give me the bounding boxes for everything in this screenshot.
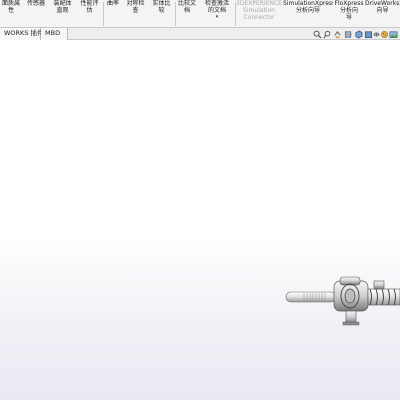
button-label: FloXpress — [334, 0, 364, 7]
chevron-down-icon[interactable]: ▾ — [200, 14, 234, 20]
button-label: 装配体 — [53, 0, 72, 7]
button-label: 对称检 — [126, 0, 145, 7]
section-properties-button[interactable]: 面质属 性 — [0, 0, 22, 28]
previous-view-icon[interactable] — [333, 30, 342, 39]
floxpress-button[interactable]: FloXpress 分析向 导 — [334, 0, 364, 28]
button-label: 性 — [7, 7, 14, 14]
button-label: 的文档 — [207, 7, 226, 14]
graphics-area[interactable] — [0, 41, 400, 400]
button-label: 比较文 — [177, 0, 196, 7]
button-label: 曲率 — [106, 0, 119, 7]
button-label: SimulationXpress — [283, 0, 333, 7]
tab-mbd[interactable]: MBD — [41, 28, 68, 40]
button-label: 直观 — [56, 7, 69, 14]
compare-bodies-button[interactable]: 实体比 较 — [149, 0, 174, 28]
button-label: 性能评 — [80, 0, 99, 7]
button-label: DriveWorksX — [365, 0, 400, 7]
button-label: 实体比 — [152, 0, 171, 7]
view-orientation-icon[interactable] — [354, 30, 363, 39]
command-manager-ribbon: 面质属 性 传感器 装配体 直观 性能评 估 曲率 对称检 查 实体比 较 比较… — [0, 0, 400, 28]
part-model-3d[interactable] — [284, 241, 400, 331]
compare-documents-button[interactable]: 比较文 档 — [176, 0, 198, 28]
symmetry-check-button[interactable]: 对称检 查 — [123, 0, 148, 28]
scene-icon[interactable] — [389, 30, 398, 39]
sensor-button[interactable]: 传感器 — [24, 0, 48, 28]
search-icon[interactable] — [313, 30, 322, 39]
button-label: 估 — [86, 7, 93, 14]
driveworksxpress-button[interactable]: DriveWorksX 向导 — [365, 0, 400, 28]
zoom-area-icon[interactable] — [323, 30, 332, 39]
section-view-icon[interactable] — [344, 30, 353, 39]
appearance-icon[interactable] — [380, 30, 389, 39]
check-active-document-button[interactable]: 检查激活 的文档 ▾ — [200, 0, 234, 28]
performance-evaluation-button[interactable]: 性能评 估 — [77, 0, 102, 28]
simulationxpress-button[interactable]: SimulationXpress 分析向导 — [283, 0, 333, 28]
button-label: 较 — [158, 7, 165, 14]
button-label: 向导 — [376, 7, 389, 14]
button-label: 分析向导 — [295, 7, 320, 14]
button-label: 分析向 — [339, 7, 358, 14]
tab-solidworks-addins[interactable]: WORKS 插件 — [0, 28, 44, 40]
button-label: 档 — [183, 7, 190, 14]
button-label: 检查激活 — [204, 0, 229, 7]
button-label: 传感器 — [26, 0, 45, 7]
curvature-button[interactable]: 曲率 — [104, 0, 122, 28]
simulation-connector-button[interactable]: 3DEXPERIENCE Simulation Connector — [236, 0, 282, 28]
button-label: 3DEXPERIENCE — [236, 0, 282, 7]
button-label: Simulation — [243, 7, 275, 14]
button-label: Connector — [243, 14, 275, 21]
button-label: 面质属 — [1, 0, 20, 7]
button-label: 查 — [132, 7, 139, 14]
button-label: 导 — [345, 14, 352, 21]
assembly-visualization-button[interactable]: 装配体 直观 — [50, 0, 75, 28]
